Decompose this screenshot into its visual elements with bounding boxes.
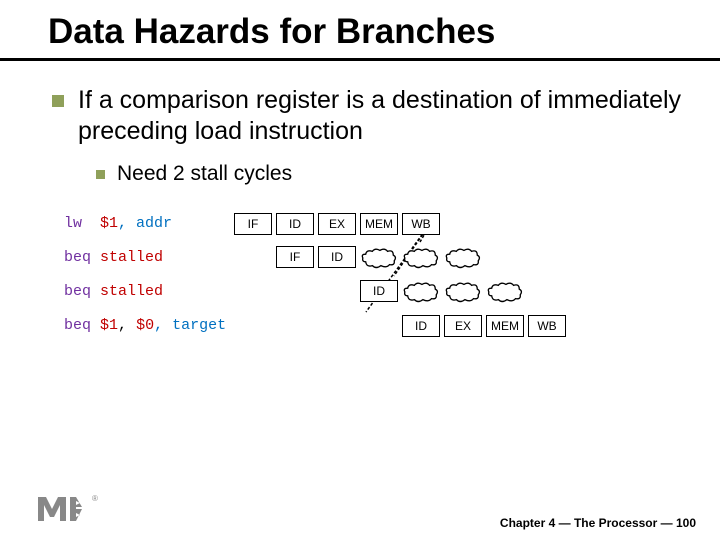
stage-ex: EX	[444, 315, 482, 337]
slide: Data Hazards for Branches If a compariso…	[0, 0, 720, 540]
sub-bullet-text: Need 2 stall cycles	[117, 162, 292, 186]
title-underline	[0, 58, 720, 61]
bullet-icon	[52, 95, 64, 107]
stage-id: ID	[318, 246, 356, 268]
bubble-icon	[444, 246, 482, 270]
footer: ® Chapter 4 — The Processor — 100	[36, 491, 696, 530]
opcode: beq	[64, 317, 91, 334]
stage-mem: MEM	[486, 315, 524, 337]
stage-if: IF	[234, 213, 272, 235]
instruction-row: lw $1, addr IF ID EX MEM WB	[64, 206, 688, 242]
svg-text:®: ®	[92, 494, 98, 503]
operand: , addr	[118, 215, 172, 232]
opcode: beq	[64, 249, 91, 266]
stage-id: ID	[360, 280, 398, 302]
instruction-label: beq $1, $0, target	[64, 317, 234, 334]
register: $0	[136, 317, 154, 334]
slide-title: Data Hazards for Branches	[48, 12, 688, 52]
instruction-row: beq $1, $0, target ID EX MEM WB	[64, 308, 688, 344]
stall-label: stalled	[100, 249, 163, 266]
bubble-icon	[402, 280, 440, 304]
stage-mem: MEM	[360, 213, 398, 235]
instruction-row: beq stalled ID	[64, 274, 688, 310]
instruction-label: lw $1, addr	[64, 215, 234, 232]
pipeline-stages: ID	[234, 280, 528, 304]
pipeline-stages: ID EX MEM WB	[234, 315, 570, 337]
instruction-label: beq stalled	[64, 249, 234, 266]
stage-id: ID	[402, 315, 440, 337]
bullet-icon	[96, 170, 105, 179]
bubble-icon	[444, 280, 482, 304]
opcode: beq	[64, 283, 91, 300]
stage-id: ID	[276, 213, 314, 235]
pipeline-diagram: lw $1, addr IF ID EX MEM WB beq stalled …	[64, 206, 688, 344]
opcode: lw	[64, 215, 82, 232]
bubble-icon	[402, 246, 440, 270]
bubble-icon	[486, 280, 524, 304]
register: $1	[100, 317, 118, 334]
operand: , target	[154, 317, 226, 334]
bubble-icon	[360, 246, 398, 270]
pipeline-stages: IF ID	[234, 246, 486, 270]
stage-if: IF	[276, 246, 314, 268]
instruction-row: beq stalled IF ID	[64, 240, 688, 276]
main-bullet: If a comparison register is a destinatio…	[52, 85, 688, 148]
stage-ex: EX	[318, 213, 356, 235]
publisher-logo: ®	[36, 491, 106, 530]
sub-bullet: Need 2 stall cycles	[96, 162, 688, 186]
stall-label: stalled	[100, 283, 163, 300]
stage-wb: WB	[528, 315, 566, 337]
stage-wb: WB	[402, 213, 440, 235]
pipeline-stages: IF ID EX MEM WB	[234, 213, 444, 235]
register: $1	[100, 215, 118, 232]
instruction-label: beq stalled	[64, 283, 234, 300]
footer-chapter: Chapter 4 — The Processor — 100	[500, 516, 696, 530]
main-bullet-text: If a comparison register is a destinatio…	[78, 85, 688, 148]
